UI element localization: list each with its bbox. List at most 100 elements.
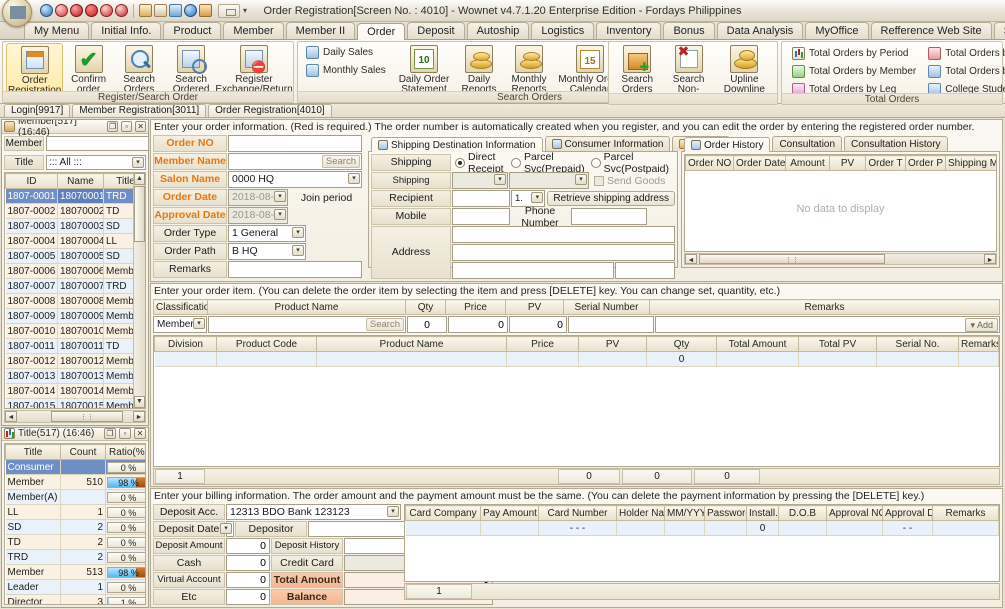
column-header[interactable]: Order T — [865, 155, 906, 171]
column-header[interactable]: Install... — [746, 505, 779, 521]
ribbon-button-daily-order-statement[interactable]: Daily OrderStatement — [393, 43, 455, 95]
ribbon-button-monthly-sales[interactable]: Monthly Sales — [303, 63, 391, 78]
table-row[interactable]: 1807-000318070003SDD — [5, 218, 133, 234]
tab-shipping-destination-information[interactable]: Shipping Destination Information — [371, 137, 543, 152]
ribbon-tab-refference-web-site[interactable]: Refference Web Site — [870, 22, 992, 39]
column-header[interactable]: Remarks — [932, 505, 999, 521]
ribbon-tab-member[interactable]: Member — [223, 22, 284, 39]
radio-parcel-postpaid[interactable]: Parcel Svc(Postpaid) — [590, 151, 669, 175]
table-row[interactable]: TRD 2 0 % — [5, 549, 145, 566]
ribbon-button-order-registration[interactable]: OrderRegistration — [6, 43, 64, 97]
product-search-button[interactable]: Search — [365, 318, 404, 331]
ribbon-button-daily-sales[interactable]: Daily Sales — [303, 45, 391, 60]
column-header[interactable]: Amount — [785, 155, 830, 171]
scroll-down-icon[interactable]: ▼ — [134, 395, 145, 408]
minimize-button[interactable]: ❐ — [107, 121, 119, 132]
order-path-select[interactable]: B HQ ▾ — [228, 243, 306, 260]
column-header[interactable]: D.O.B — [778, 505, 827, 521]
table-row[interactable]: 1807-000718070007TRDN — [5, 278, 133, 294]
chevron-down-icon[interactable]: ▾ — [531, 192, 544, 203]
mdi-tab-member-registration-3011[interactable]: Member Registration[3011] — [72, 104, 207, 117]
member-grid-hscrollbar[interactable]: ◄ ⋮⋮ ► — [4, 409, 146, 423]
column-header[interactable]: Price — [445, 299, 506, 315]
app-logo-orb[interactable] — [2, 0, 32, 27]
address-line-1-input[interactable] — [452, 226, 675, 243]
column-header[interactable]: Title — [5, 444, 61, 461]
chevron-down-icon[interactable]: ▾ — [243, 6, 247, 15]
chevron-down-icon[interactable]: ▾ — [494, 174, 506, 185]
order-history-grid[interactable]: Order NO Order Date Amount PV Order T Order P… — [684, 154, 997, 252]
ribbon-tab-inventory[interactable]: Inventory — [596, 22, 662, 39]
column-header[interactable]: Shipping M... — [945, 155, 996, 171]
table-row[interactable]: 1807-000918070009MemberN — [5, 308, 133, 324]
column-header[interactable]: Order P — [905, 155, 946, 171]
ribbon-tab-member-ii[interactable]: Member II — [285, 22, 356, 39]
column-header[interactable]: Name — [57, 173, 104, 189]
table-row[interactable]: 1807-000518070005SDN — [5, 248, 133, 264]
cash-input[interactable] — [226, 555, 270, 571]
radio-parcel-prepaid[interactable]: Parcel Svc(Prepaid) — [510, 151, 585, 175]
scroll-left-icon[interactable]: ◄ — [685, 254, 697, 264]
ribbon-tab-order[interactable]: Order — [357, 23, 406, 40]
column-header[interactable]: Approval NO — [826, 505, 883, 521]
table-row[interactable]: 1807-001018070010MemberN — [5, 323, 133, 339]
ribbon-button-total-orders-by-product[interactable]: Total Orders by product — [925, 64, 1005, 79]
dot-red-icon[interactable] — [70, 4, 83, 17]
order-items-grid[interactable]: Division Product Code Product Name Price PV Q… — [153, 335, 1000, 467]
scroll-thumb-h[interactable]: ⋮⋮ — [699, 254, 885, 264]
deposit-acc-select[interactable]: 12313 BDO Bank 123123 ▾ — [226, 504, 401, 520]
table-row[interactable]: Consumer 0 % — [5, 459, 145, 476]
ribbon-tab-my-menu[interactable]: My Menu — [24, 22, 90, 39]
column-header[interactable]: Product Name — [316, 336, 507, 352]
chevron-down-icon[interactable]: ▾ — [274, 191, 286, 202]
recipient-input[interactable] — [452, 190, 510, 207]
pv-input[interactable] — [509, 316, 567, 333]
member-search-input[interactable] — [46, 136, 148, 151]
table-row[interactable]: 1807-000818070008MemberN — [5, 293, 133, 309]
ribbon-tab-data-analysis[interactable]: Data Analysis — [716, 22, 804, 39]
scroll-thumb[interactable] — [134, 186, 145, 242]
column-header[interactable]: PV — [829, 155, 866, 171]
history-grid-hscrollbar[interactable]: ◄ ⋮⋮ ► — [684, 253, 997, 265]
table-row[interactable]: 1807-000418070004LLL — [5, 233, 133, 249]
title-grid[interactable]: Title Count Ratio(%) Consumer 0 % Member 510 98… — [4, 443, 146, 605]
table-row[interactable]: SD 2 0 % — [5, 519, 145, 536]
tab-consultation-history[interactable]: Consultation History — [844, 136, 948, 151]
salon-name-select[interactable]: 0000 HQ ▾ — [228, 171, 362, 188]
ribbon-button-total-orders-by-period[interactable]: Total Orders by Period — [789, 46, 919, 61]
table-row[interactable]: Member 513 98 % — [5, 564, 145, 581]
user-icon[interactable] — [199, 4, 212, 17]
column-header[interactable]: Classification — [153, 299, 208, 315]
table-row[interactable]: - - - 0 - - — [405, 520, 999, 536]
close-button[interactable]: ✕ — [134, 428, 146, 440]
scroll-thumb-h[interactable]: ⋮⋮ — [51, 410, 123, 422]
table-row[interactable]: LL 1 0 % — [5, 504, 145, 521]
tab-consumer-information[interactable]: Consumer Information — [544, 136, 671, 151]
restore-box-button[interactable] — [218, 3, 240, 18]
help-icon[interactable] — [184, 4, 197, 17]
order-no-input[interactable] — [228, 135, 362, 152]
member-grid-vscrollbar[interactable]: ▲ ▼ — [133, 173, 145, 408]
ribbon-button-monthly-reports[interactable]: Monthly Reports — [503, 43, 555, 95]
scroll-left-icon[interactable]: ◄ — [5, 410, 17, 422]
ribbon-button-register-exchange-return[interactable]: RegisterExchange/Return — [215, 43, 293, 95]
mdi-tab-order-registration-4010[interactable]: Order Registration[4010] — [208, 104, 332, 117]
ribbon-button-total-orders-by-salon[interactable]: Total Orders by Salon — [925, 46, 1005, 61]
column-header[interactable]: Order NO — [685, 155, 734, 171]
classification-select[interactable]: Member ▾ — [153, 316, 207, 333]
order-date-picker[interactable]: 2018-08-07 ▾ — [228, 189, 288, 218]
tab-consultation[interactable]: Consultation — [772, 136, 843, 151]
column-header[interactable]: Count — [60, 444, 106, 461]
table-row[interactable]: Member(A) 0 % — [5, 489, 145, 506]
column-header[interactable]: Card Number — [538, 505, 617, 521]
scroll-right-icon[interactable]: ► — [133, 410, 145, 422]
column-header[interactable]: Price — [506, 336, 579, 352]
remarks-input[interactable] — [228, 261, 362, 278]
column-header[interactable]: Order Date — [733, 155, 786, 171]
scroll-up-icon[interactable]: ▲ — [134, 173, 145, 185]
column-header[interactable]: Qty — [646, 336, 717, 352]
column-header[interactable]: Division — [154, 336, 217, 352]
virtual-account-input[interactable] — [226, 572, 270, 588]
chevron-down-icon[interactable]: ▾ — [132, 157, 144, 168]
deposit-amount-input[interactable] — [226, 538, 270, 554]
